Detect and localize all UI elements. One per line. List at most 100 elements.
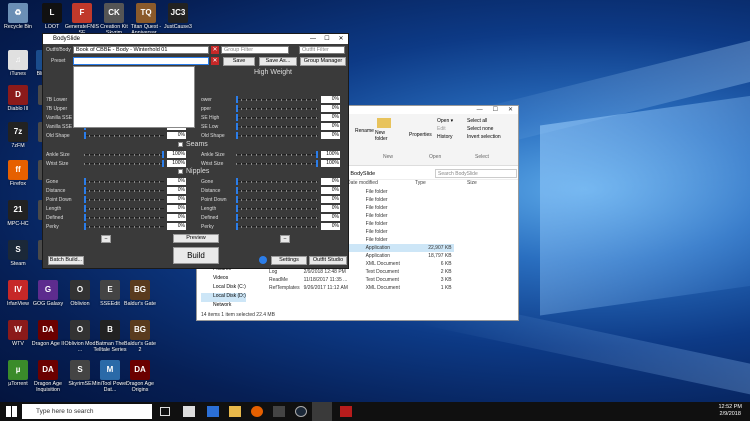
header-size[interactable]: Size <box>467 180 507 186</box>
save-as-button[interactable]: Save As... <box>259 57 297 66</box>
taskbar-search-input[interactable]: Type here to search <box>22 404 152 419</box>
select-none-button[interactable]: Select none <box>467 126 493 132</box>
desktop-icon[interactable]: TQTitan Quest - Anniversar... <box>128 3 164 36</box>
skyrim-icon[interactable] <box>340 406 352 417</box>
slider-thumb[interactable] <box>84 223 86 230</box>
weight-slider[interactable] <box>236 132 318 139</box>
steam-icon[interactable] <box>295 406 307 417</box>
slider-thumb[interactable] <box>84 178 86 185</box>
slider-value-field[interactable]: 0% <box>321 123 340 130</box>
slider-thumb[interactable] <box>84 132 86 139</box>
close-icon[interactable]: ✕ <box>334 34 348 44</box>
nav-pane-item[interactable]: Network <box>201 302 246 311</box>
slider-thumb[interactable] <box>162 151 164 158</box>
preset-select[interactable] <box>73 57 209 65</box>
slider-value-field[interactable]: 0% <box>167 223 186 230</box>
new-folder-button[interactable]: New folder <box>375 130 397 142</box>
clear-outfit-button[interactable]: ✕ <box>211 46 219 54</box>
info-icon[interactable] <box>259 256 267 264</box>
group-manager-button[interactable]: Group Manager <box>300 57 346 66</box>
file-name[interactable]: RefTemplates <box>267 284 302 292</box>
title-bar[interactable]: BodySlide — ☐ ✕ <box>43 34 348 44</box>
desktop-icon[interactable]: BG Baldur's Gate <box>122 280 158 307</box>
desktop-icon[interactable]: BG Baldur's Gate 2 <box>122 320 158 353</box>
slider-value-field[interactable]: 0% <box>321 178 340 185</box>
desktop-icon[interactable]: FGenerateFNIS SE <box>64 3 100 36</box>
slider-thumb[interactable] <box>236 96 238 103</box>
weight-slider[interactable] <box>236 223 318 230</box>
weight-slider[interactable] <box>84 223 164 230</box>
weight-slider[interactable] <box>236 151 318 158</box>
bodyslide-taskbar-icon[interactable] <box>312 402 332 421</box>
desktop-icon[interactable]: DA Dragon Age II <box>30 320 66 347</box>
table-row[interactable]: ReadMe 11/18/2017 11:35 ... Text Document 3… <box>267 276 454 284</box>
start-windows-icon[interactable] <box>6 406 17 417</box>
seams-checkbox[interactable] <box>178 141 183 147</box>
slider-value-field[interactable]: 100% <box>321 151 340 158</box>
desktop-icon[interactable]: JC3 JustCause3 <box>160 3 196 30</box>
bodyslide-window[interactable]: BodySlide — ☐ ✕ Outfit/Body Book of CBBE… <box>42 33 349 269</box>
slider-value-field[interactable]: 0% <box>167 178 186 185</box>
weight-slider[interactable] <box>236 96 318 103</box>
slider-value-field[interactable]: 0% <box>321 205 340 212</box>
clock[interactable]: 12:52 PM 2/9/2018 <box>718 404 742 418</box>
slider-value-field[interactable]: 100% <box>167 160 186 167</box>
minimize-icon[interactable]: — <box>472 107 488 113</box>
slider-value-field[interactable]: 0% <box>321 223 340 230</box>
weight-slider[interactable] <box>236 160 318 167</box>
slider-thumb[interactable] <box>162 160 164 167</box>
group-filter-input[interactable]: Group Filter <box>221 46 289 54</box>
header-date[interactable]: Date modified <box>347 180 397 186</box>
windows-icon[interactable] <box>183 406 195 417</box>
slider-thumb[interactable] <box>236 178 238 185</box>
slider-thumb[interactable] <box>316 160 318 167</box>
desktop-icon[interactable]: DA Dragon Age Origins <box>122 360 158 393</box>
file-name[interactable]: Log <box>267 268 302 276</box>
preview-button[interactable]: Preview <box>173 234 219 243</box>
preset-dropdown-list[interactable] <box>73 66 195 128</box>
slider-thumb[interactable] <box>236 205 238 212</box>
weight-slider[interactable] <box>84 151 164 158</box>
column-headers[interactable]: Date modified Type Size <box>347 180 507 186</box>
close-icon[interactable]: ✕ <box>503 107 518 113</box>
firefox-icon[interactable] <box>251 406 263 417</box>
clear-preset-button[interactable]: ✕ <box>211 57 219 65</box>
weight-slider[interactable] <box>84 205 164 212</box>
history-button[interactable]: History <box>437 134 453 140</box>
nipples-checkbox[interactable] <box>178 168 183 174</box>
nipples-section[interactable]: Nipples <box>178 168 209 175</box>
minimize-icon[interactable]: — <box>306 34 320 44</box>
slider-value-field[interactable]: 0% <box>321 132 340 139</box>
slider-value-field[interactable]: 0% <box>321 196 340 203</box>
weight-slider[interactable] <box>84 196 164 203</box>
maximize-icon[interactable]: ☐ <box>488 107 503 113</box>
outfit-select[interactable]: Book of CBBE - Body - Winterhold 01 <box>73 46 209 54</box>
weight-slider[interactable] <box>236 196 318 203</box>
slider-value-field[interactable]: 0% <box>321 105 340 112</box>
save-button[interactable]: Save <box>223 57 255 66</box>
slider-thumb[interactable] <box>236 105 238 112</box>
open-button[interactable]: Open ▾ <box>437 118 453 124</box>
collapse-right-button[interactable]: − <box>280 235 290 243</box>
slider-thumb[interactable] <box>236 123 238 130</box>
slider-thumb[interactable] <box>236 223 238 230</box>
desktop-icon[interactable]: ♻ Recycle Bin <box>0 3 36 30</box>
weight-slider[interactable] <box>236 187 318 194</box>
slider-thumb[interactable] <box>236 196 238 203</box>
weight-slider[interactable] <box>236 214 318 221</box>
search-input[interactable]: Search BodySlide <box>435 169 517 178</box>
breadcrumb[interactable]: › BodySlide <box>347 171 375 177</box>
slider-value-field[interactable]: 0% <box>167 132 186 139</box>
slider-thumb[interactable] <box>84 214 86 221</box>
nav-pane-item[interactable]: Videos <box>201 275 246 284</box>
slider-thumb[interactable] <box>84 187 86 194</box>
outfit-studio-button[interactable]: Outfit Studio <box>309 256 347 265</box>
task-view-icon[interactable] <box>160 407 170 416</box>
navigation-pane[interactable]: Pictures Videos Local Disk (C:) Local Disk … <box>201 266 246 311</box>
weight-slider[interactable] <box>236 105 318 112</box>
table-row[interactable]: Log 2/9/2018 12:48 PM Text Document 2 KB <box>267 268 454 276</box>
weight-slider[interactable] <box>84 214 164 221</box>
maximize-icon[interactable]: ☐ <box>320 34 334 44</box>
build-button[interactable]: Build <box>173 247 219 264</box>
slider-value-field[interactable]: 100% <box>167 151 186 158</box>
